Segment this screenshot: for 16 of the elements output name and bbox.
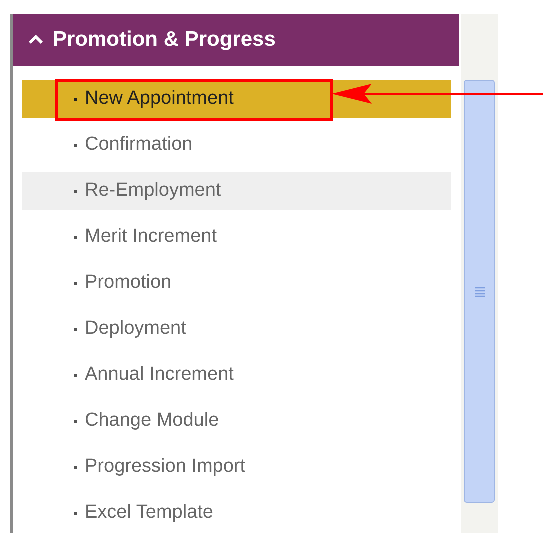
bullet-icon [74,466,77,468]
chevron-icon [29,35,43,45]
panel-header[interactable]: Promotion & Progress [13,14,459,66]
bullet-icon [74,374,77,376]
scrollbar-thumb[interactable] [464,80,495,503]
bullet-icon [74,328,77,330]
menu-item[interactable]: New Appointment [22,80,451,118]
bullet-icon [74,98,77,100]
bullet-icon [74,282,77,284]
bullet-icon [74,236,77,238]
menu-item[interactable]: Re-Employment [22,172,451,210]
bullet-icon [74,144,77,146]
bullet-icon [74,512,77,514]
bullet-icon [74,190,77,192]
grip-icon [474,286,486,296]
bullet-icon [74,420,77,422]
